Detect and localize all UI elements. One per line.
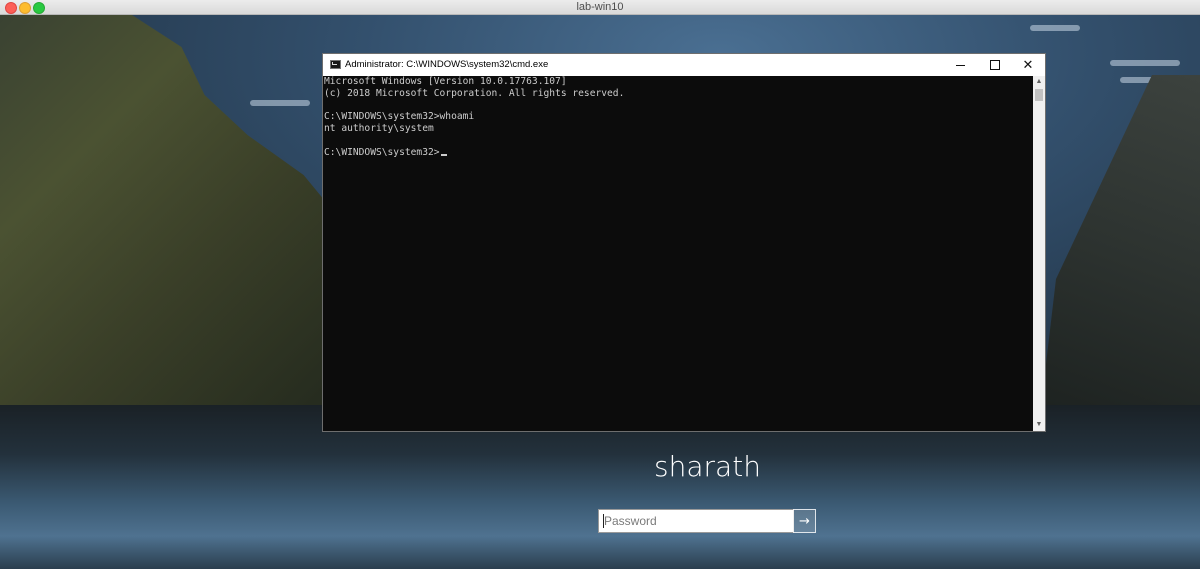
input-caret <box>603 514 604 528</box>
arrow-right-icon: → <box>799 513 810 529</box>
cmd-window-title: Administrator: C:\WINDOWS\system32\cmd.e… <box>345 59 549 70</box>
text-cursor <box>440 153 447 156</box>
minimize-button[interactable] <box>943 54 977 76</box>
cmd-titlebar[interactable]: Administrator: C:\WINDOWS\system32\cmd.e… <box>323 54 1045 76</box>
maximize-button[interactable] <box>978 54 1012 76</box>
console-icon[interactable] <box>330 60 341 69</box>
close-icon: ✕ <box>1022 57 1034 73</box>
submit-button[interactable]: → <box>793 509 816 533</box>
window-title: lab-win10 <box>576 1 624 13</box>
background-cloud <box>250 100 310 106</box>
mac-titlebar: lab-win10 <box>0 0 1200 15</box>
vm-window: lab-win10 Administrator: C:\WINDOWS\syst… <box>0 0 1200 569</box>
scroll-up-arrow-icon[interactable]: ▲ <box>1033 76 1045 88</box>
login-username: sharath <box>654 450 761 483</box>
scroll-down-arrow-icon[interactable]: ▼ <box>1033 419 1045 431</box>
password-input[interactable] <box>598 509 794 533</box>
background-cloud <box>1030 25 1080 31</box>
close-button[interactable]: ✕ <box>1011 54 1045 76</box>
console-output[interactable]: Microsoft Windows [Version 10.0.17763.10… <box>323 76 1033 431</box>
console-line: (c) 2018 Microsoft Corporation. All righ… <box>324 87 625 99</box>
console-line: Microsoft Windows [Version 10.0.17763.10… <box>324 76 567 87</box>
maximize-icon <box>990 60 1000 70</box>
console-prompt: C:\WINDOWS\system32> <box>324 146 440 158</box>
cmd-window[interactable]: Administrator: C:\WINDOWS\system32\cmd.e… <box>322 53 1046 432</box>
scrollbar-thumb[interactable] <box>1035 89 1043 101</box>
console-line: C:\WINDOWS\system32>whoami <box>324 111 475 123</box>
vertical-scrollbar[interactable]: ▲ ▼ <box>1033 76 1045 431</box>
console-prompt-line[interactable]: C:\WINDOWS\system32> <box>324 147 1033 159</box>
minimize-icon <box>955 64 965 66</box>
background-cloud <box>1110 60 1180 66</box>
console-line: nt authority\system <box>324 123 434 135</box>
